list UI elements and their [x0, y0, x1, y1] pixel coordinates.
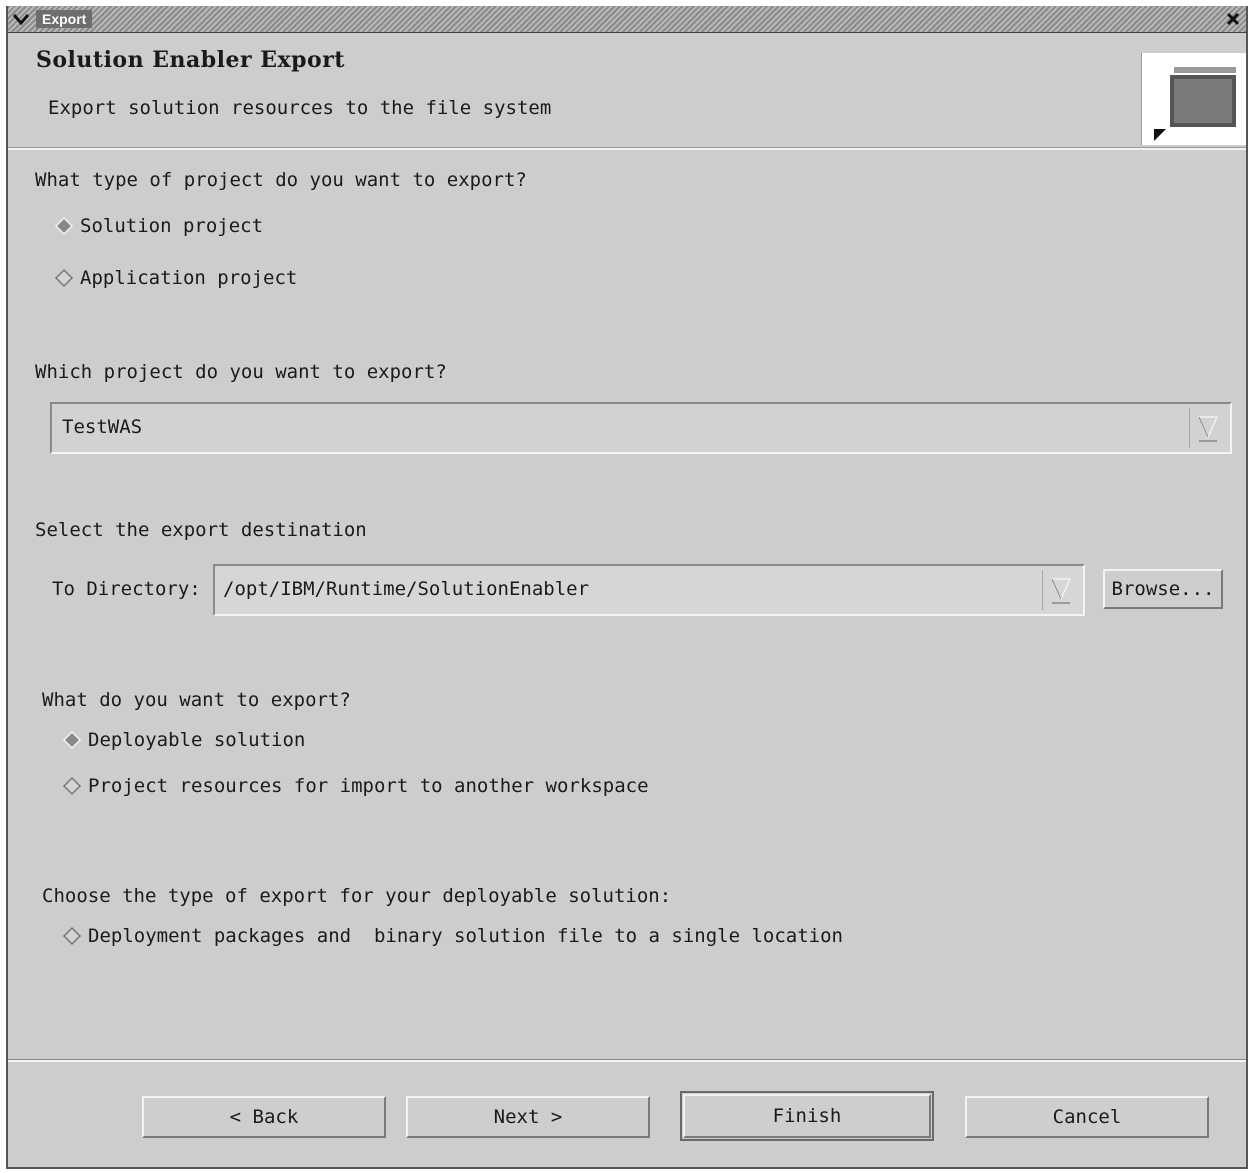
chevron-down-icon[interactable]: [1189, 408, 1226, 448]
title-bar[interactable]: Export: [8, 6, 1246, 33]
radio-unselected-icon: [54, 268, 74, 288]
radio-selected-icon: [54, 216, 74, 236]
destination-question: Select the export destination: [35, 519, 367, 541]
wizard-header: Solution Enabler Export Export solution …: [8, 33, 1246, 148]
radio-project-resources[interactable]: Project resources for import to another …: [62, 775, 649, 797]
export-what-question: What do you want to export?: [42, 689, 351, 711]
to-directory-label: To Directory:: [52, 578, 201, 600]
chevron-down-icon[interactable]: [1042, 570, 1079, 610]
radio-label: Deployable solution: [88, 729, 306, 751]
radio-unselected-icon: [62, 776, 82, 796]
next-button[interactable]: Next >: [406, 1096, 650, 1138]
directory-input[interactable]: /opt/IBM/Runtime/SolutionEnabler: [223, 578, 589, 600]
radio-label: Solution project: [80, 215, 264, 237]
header-divider: [8, 148, 1246, 150]
radio-label: Deployment packages and binary solution …: [88, 925, 843, 947]
radio-deployable-solution[interactable]: Deployable solution: [62, 729, 305, 751]
project-select-question: Which project do you want to export?: [35, 361, 447, 383]
radio-solution-project[interactable]: Solution project: [54, 215, 263, 237]
browse-button[interactable]: Browse...: [1103, 569, 1223, 609]
project-type-question: What type of project do you want to expo…: [35, 169, 527, 191]
radio-unselected-icon: [62, 926, 82, 946]
export-type-question: Choose the type of export for your deplo…: [42, 885, 672, 907]
export-folder-icon: [1141, 53, 1246, 145]
window-menu-icon[interactable]: [12, 10, 30, 28]
radio-deployment-packages[interactable]: Deployment packages and binary solution …: [62, 925, 843, 947]
radio-selected-icon: [62, 730, 82, 750]
directory-combo[interactable]: /opt/IBM/Runtime/SolutionEnabler: [213, 564, 1085, 616]
radio-application-project[interactable]: Application project: [54, 267, 297, 289]
page-description: Export solution resources to the file sy…: [48, 97, 552, 119]
radio-label: Project resources for import to another …: [88, 775, 649, 797]
footer-divider-highlight: [8, 1060, 1246, 1062]
back-button[interactable]: < Back: [142, 1096, 386, 1138]
export-wizard-window: Export Solution Enabler Export Export so…: [6, 6, 1248, 1169]
page-title: Solution Enabler Export: [36, 47, 345, 73]
finish-button[interactable]: Finish: [680, 1091, 934, 1141]
radio-label: Application project: [80, 267, 298, 289]
project-combo[interactable]: TestWAS: [50, 402, 1232, 454]
window-title: Export: [36, 10, 93, 28]
close-icon[interactable]: [1224, 10, 1242, 28]
project-combo-value: TestWAS: [62, 416, 143, 438]
cancel-button[interactable]: Cancel: [965, 1096, 1209, 1138]
